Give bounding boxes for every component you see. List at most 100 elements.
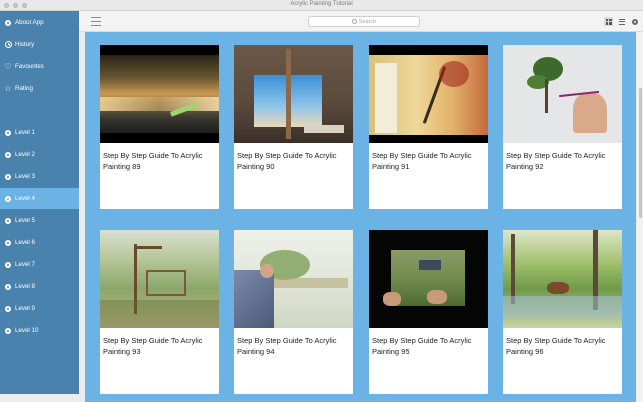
- level-dot-icon: [4, 173, 12, 181]
- video-thumbnail[interactable]: [234, 45, 353, 143]
- heart-icon: ♡: [4, 61, 12, 71]
- level-dot-icon: [4, 129, 12, 137]
- sidebar-item-label: Level 7: [15, 261, 35, 268]
- level-dot-icon: [4, 283, 12, 291]
- sidebar-item-level-8[interactable]: Level 8: [0, 276, 79, 297]
- video-card[interactable]: ☆☆☆☆☆☆☆☆☆☆ ♡ Step By Step Guide To Acryl…: [503, 45, 622, 209]
- level-dot-icon: [4, 327, 12, 335]
- level-dot-icon: [4, 305, 12, 313]
- gear-icon: [631, 18, 638, 25]
- sidebar-item-label: History: [15, 41, 35, 48]
- star-rating[interactable]: ☆☆☆☆☆☆☆☆☆☆: [107, 197, 148, 203]
- level-dot-icon: [4, 151, 12, 159]
- sidebar-item-level-7[interactable]: Level 7: [0, 254, 79, 275]
- video-card[interactable]: ☆☆☆☆☆☆☆☆☆☆ ♡ Step By Step Guide To Acryl…: [234, 45, 353, 209]
- list-view-button[interactable]: [617, 17, 626, 26]
- video-card[interactable]: ☆☆☆☆☆☆☆☆☆☆ ♡ Step By Step Guide To Acryl…: [234, 230, 353, 394]
- sidebar-item-level-3[interactable]: Level 3: [0, 166, 79, 187]
- card-title: Step By Step Guide To Acrylic Painting 9…: [372, 336, 472, 356]
- sidebar-item-level-10[interactable]: Level 10: [0, 320, 79, 341]
- sidebar-item-label: Level 1: [15, 129, 35, 136]
- settings-button[interactable]: [630, 17, 639, 26]
- video-card[interactable]: ☆☆☆☆☆☆☆☆☆☆ ♡ Step By Step Guide To Acryl…: [369, 230, 488, 394]
- sidebar-item-level-1[interactable]: Level 1: [0, 122, 79, 143]
- star-rating[interactable]: ☆☆☆☆☆☆☆☆☆☆: [510, 197, 551, 203]
- favourite-heart-icon[interactable]: ♡: [609, 196, 616, 204]
- video-thumbnail[interactable]: [100, 230, 219, 328]
- sidebar-item-label: Level 10: [15, 327, 39, 334]
- search-icon: [351, 19, 357, 24]
- favourite-heart-icon[interactable]: ♡: [609, 381, 616, 389]
- vertical-scrollbar[interactable]: [637, 32, 643, 402]
- star-icon: ☆: [4, 83, 12, 93]
- star-rating[interactable]: ☆☆☆☆☆☆☆☆☆☆: [241, 197, 282, 203]
- sidebar-item-label: Level 8: [15, 283, 35, 290]
- star-rating[interactable]: ☆☆☆☆☆☆☆☆☆☆: [107, 382, 148, 388]
- scrollbar-thumb[interactable]: [639, 88, 642, 218]
- card-title: Step By Step Guide To Acrylic Painting 9…: [103, 336, 203, 356]
- view-switcher: [604, 17, 639, 26]
- sidebar-item-label: Level 4: [15, 195, 35, 202]
- card-title: Step By Step Guide To Acrylic Painting 9…: [237, 336, 337, 356]
- favourite-heart-icon[interactable]: ♡: [340, 381, 347, 389]
- sidebar-item-level-6[interactable]: Level 6: [0, 232, 79, 253]
- star-rating[interactable]: ☆☆☆☆☆☆☆☆☆☆: [510, 382, 551, 388]
- level-dot-icon: [4, 217, 12, 225]
- card-title: Step By Step Guide To Acrylic Painting 9…: [237, 151, 337, 171]
- sidebar-item-rating[interactable]: ☆ Rating: [0, 78, 79, 99]
- sidebar-item-level-9[interactable]: Level 9: [0, 298, 79, 319]
- card-title: Step By Step Guide To Acrylic Painting 9…: [506, 151, 606, 171]
- sidebar-item-favourites[interactable]: ♡ Favourites: [0, 56, 79, 77]
- level-dot-icon: [4, 261, 12, 269]
- star-rating[interactable]: ☆☆☆☆☆☆☆☆☆☆: [241, 382, 282, 388]
- favourite-heart-icon[interactable]: ♡: [475, 196, 482, 204]
- list-icon: [618, 18, 625, 25]
- sidebar-item-label: Favourites: [15, 63, 44, 70]
- toolbar: Search: [79, 11, 643, 32]
- favourite-heart-icon[interactable]: ♡: [206, 196, 213, 204]
- video-thumbnail[interactable]: [234, 230, 353, 328]
- sidebar-item-level-4[interactable]: Level 4: [0, 188, 79, 209]
- sidebar-item-level-5[interactable]: Level 5: [0, 210, 79, 231]
- favourite-heart-icon[interactable]: ♡: [340, 196, 347, 204]
- sidebar-item-label: Level 9: [15, 305, 35, 312]
- video-card[interactable]: ☆☆☆☆☆☆☆☆☆☆ ♡ Step By Step Guide To Acryl…: [369, 45, 488, 209]
- video-thumbnail[interactable]: [369, 230, 488, 328]
- sidebar-item-label: Level 6: [15, 239, 35, 246]
- sidebar-footer: [0, 394, 85, 402]
- sidebar-item-history[interactable]: History: [0, 34, 79, 55]
- sidebar-item-label: Level 2: [15, 151, 35, 158]
- star-rating[interactable]: ☆☆☆☆☆☆☆☆☆☆: [376, 197, 417, 203]
- video-card[interactable]: ☆☆☆☆☆☆☆☆☆☆ ♡ Step By Step Guide To Acryl…: [100, 230, 219, 394]
- search-placeholder: Search: [358, 18, 377, 25]
- favourite-heart-icon[interactable]: ♡: [206, 381, 213, 389]
- clock-icon: [4, 41, 12, 49]
- window-title: Acrylic Painting Tutorial: [290, 1, 353, 7]
- sidebar-item-label: Level 5: [15, 217, 35, 224]
- grid-view-button[interactable]: [604, 17, 613, 26]
- favourite-heart-icon[interactable]: ♡: [475, 381, 482, 389]
- video-card[interactable]: ☆☆☆☆☆☆☆☆☆☆ ♡ Step By Step Guide To Acryl…: [503, 230, 622, 394]
- video-grid: ☆☆☆☆☆☆☆☆☆☆ ♡ Step By Step Guide To Acryl…: [85, 32, 636, 402]
- hamburger-menu-icon[interactable]: [91, 17, 101, 26]
- card-title: Step By Step Guide To Acrylic Painting 8…: [103, 151, 203, 171]
- sidebar-item-level-2[interactable]: Level 2: [0, 144, 79, 165]
- video-thumbnail[interactable]: [100, 45, 219, 143]
- title-bar: Acrylic Painting Tutorial: [0, 0, 643, 11]
- sidebar: About App History ♡ Favourites ☆ Rating …: [0, 11, 79, 394]
- sidebar-item-about-app[interactable]: About App: [0, 12, 79, 33]
- video-card[interactable]: ☆☆☆☆☆☆☆☆☆☆ ♡ Step By Step Guide To Acryl…: [100, 45, 219, 209]
- video-thumbnail[interactable]: [369, 45, 488, 143]
- video-thumbnail[interactable]: [503, 230, 622, 328]
- video-thumbnail[interactable]: [503, 45, 622, 143]
- search-input[interactable]: Search: [308, 16, 420, 27]
- level-dot-icon: [4, 195, 12, 203]
- grid-icon: [605, 18, 612, 25]
- level-dot-icon: [4, 239, 12, 247]
- card-title: Step By Step Guide To Acrylic Painting 9…: [372, 151, 472, 171]
- star-rating[interactable]: ☆☆☆☆☆☆☆☆☆☆: [376, 382, 417, 388]
- card-title: Step By Step Guide To Acrylic Painting 9…: [506, 336, 606, 356]
- sidebar-item-label: Level 3: [15, 173, 35, 180]
- info-icon: [4, 19, 12, 27]
- sidebar-item-label: About App: [15, 19, 44, 26]
